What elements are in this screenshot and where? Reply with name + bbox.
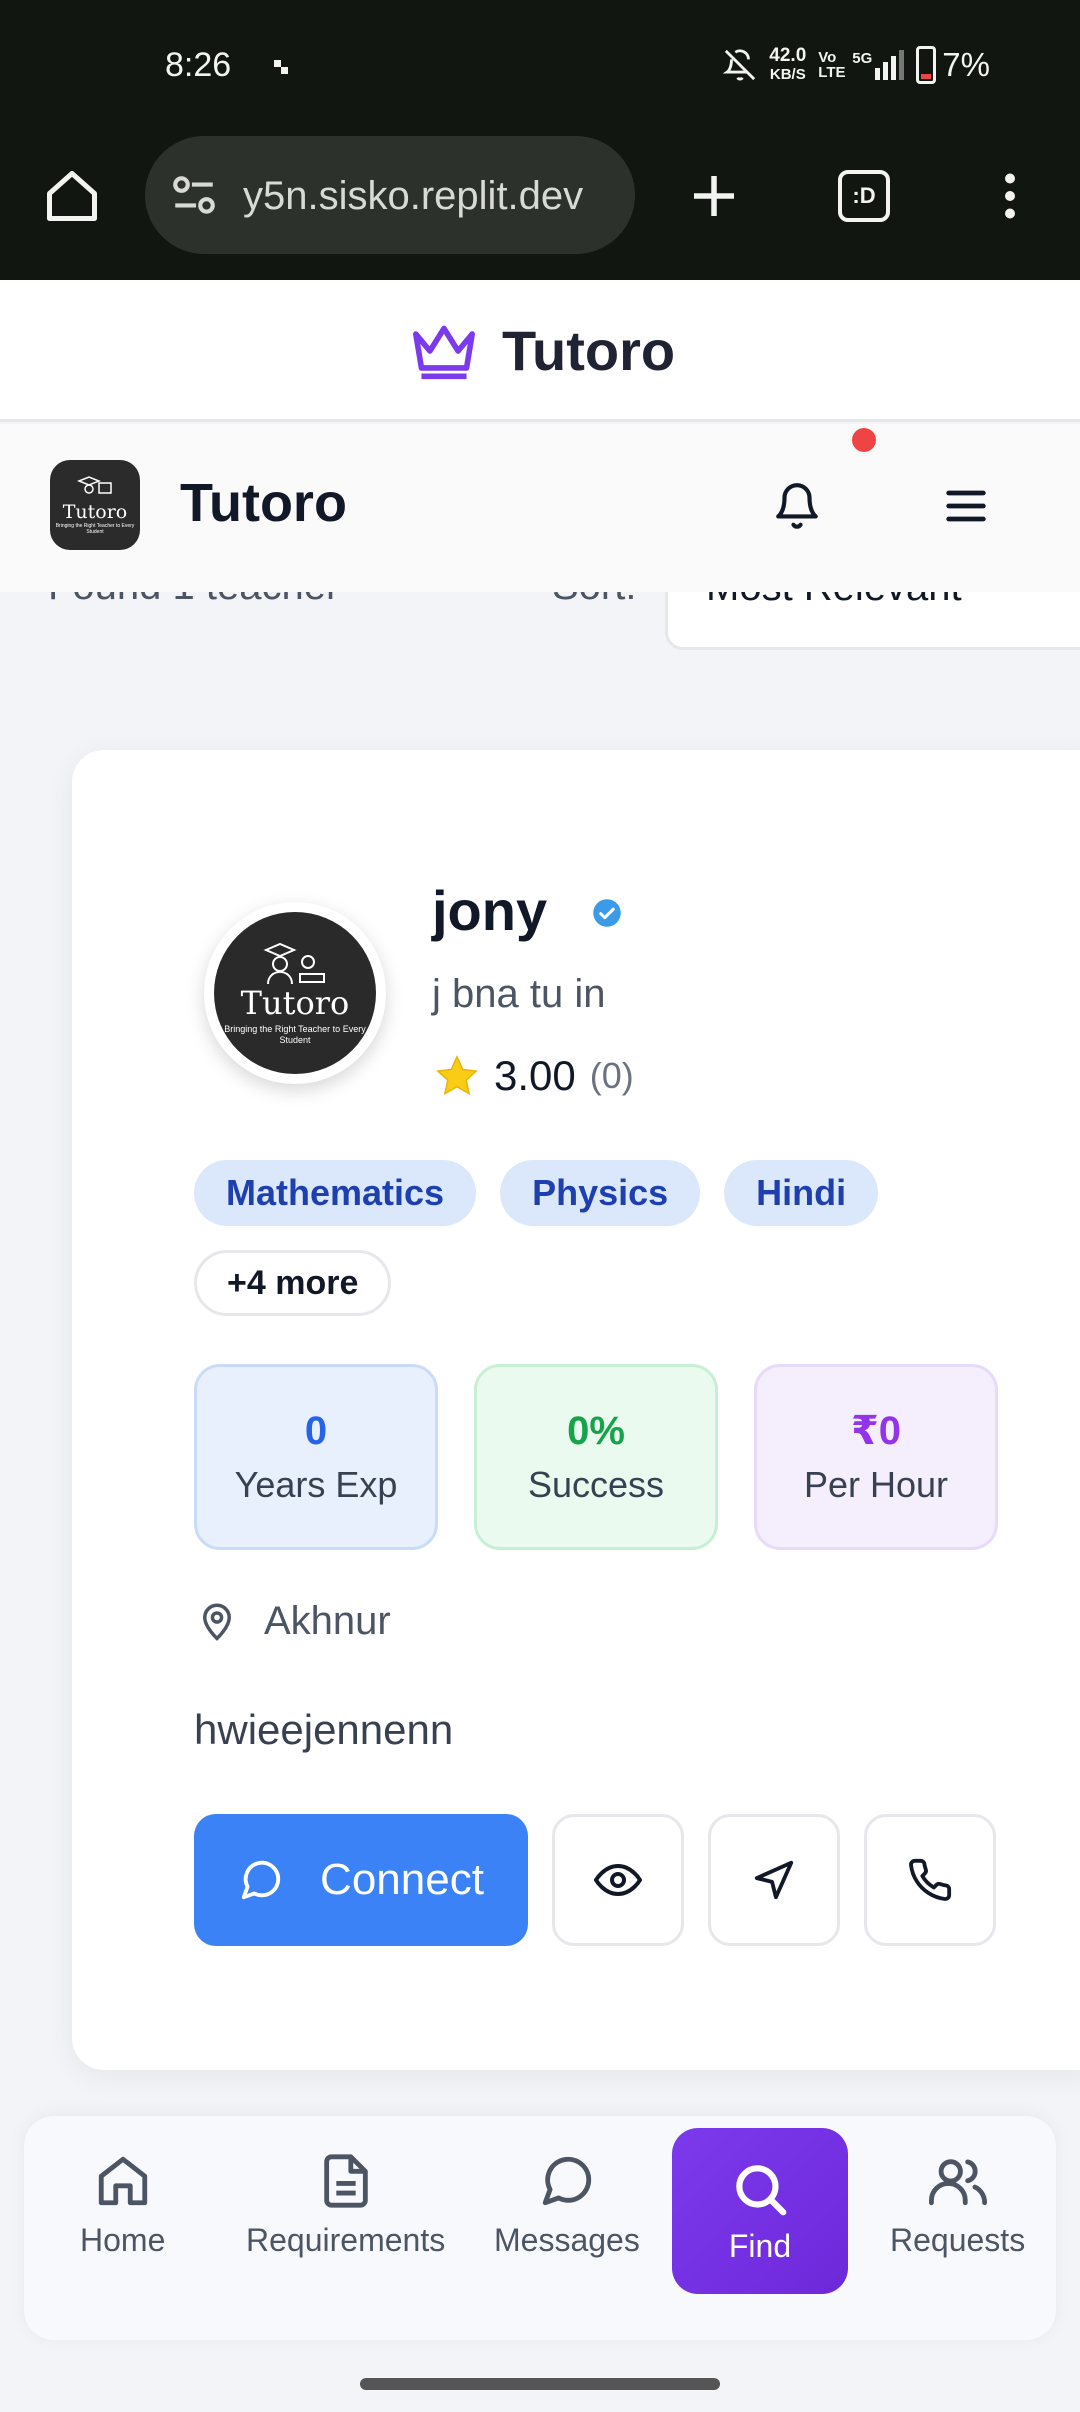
rating-value: 3.00 xyxy=(494,1052,576,1099)
stat-value: 0% xyxy=(567,1408,625,1453)
stat-experience: 0 Years Exp xyxy=(194,1364,438,1550)
rating-count: (0) xyxy=(589,1055,634,1096)
page: { "status_bar": { "time": "8:26", "net_s… xyxy=(0,0,1080,2412)
teacher-description: hwieejennenn xyxy=(194,1706,454,1753)
nav-requests[interactable]: Requests xyxy=(890,2152,1025,2259)
stat-value: ₹0 xyxy=(850,1409,902,1453)
rating-row: 3.00 (0) xyxy=(434,1052,634,1100)
send-request-button[interactable] xyxy=(708,1814,840,1946)
url-text: y5n.sisko.replit.dev xyxy=(243,174,584,218)
nav-label: Home xyxy=(80,2222,166,2258)
nav-label: Messages xyxy=(494,2222,640,2258)
teacher-location: Akhnur xyxy=(196,1598,391,1644)
stat-value: 0 xyxy=(304,1408,328,1453)
bell-icon[interactable] xyxy=(772,478,822,534)
graduation-cap-icon xyxy=(76,476,112,494)
stat-label: Success xyxy=(527,1463,665,1505)
subject-chip: Physics xyxy=(500,1160,701,1226)
stat-label: Per Hour xyxy=(803,1464,949,1505)
avatar-tagline: Bringing the Right Teacher to Every Stud… xyxy=(224,1024,366,1045)
card-actions: Connect xyxy=(194,1814,996,1946)
phone-icon xyxy=(909,1858,952,1901)
users-icon xyxy=(928,2159,987,2206)
status-time: 8:26 xyxy=(165,46,232,84)
site-settings-icon[interactable] xyxy=(169,170,219,220)
crown-icon xyxy=(413,325,475,379)
stat-rate: ₹0 Per Hour xyxy=(754,1364,998,1550)
battery-indicator: 7% xyxy=(916,46,990,84)
connect-label: Connect xyxy=(320,1855,484,1904)
chat-icon xyxy=(542,2156,592,2206)
app-logo[interactable]: Tutoro Bringing the Right Teacher to Eve… xyxy=(50,460,140,550)
net-speed-value: 42.0 xyxy=(769,45,807,66)
teacher-card: Tutoro Bringing the Right Teacher to Eve… xyxy=(72,750,1080,2070)
app-logo-tagline: Bringing the Right Teacher to Every Stud… xyxy=(55,523,135,535)
site-brand[interactable]: Tutoro xyxy=(410,318,675,383)
network-type: 5G xyxy=(852,50,873,67)
more-vertical-icon[interactable] xyxy=(980,166,1040,226)
connect-button[interactable]: Connect xyxy=(194,1814,528,1946)
nav-label: Requests xyxy=(890,2222,1026,2258)
home-icon xyxy=(98,2156,147,2206)
verified-badge-icon xyxy=(593,899,621,927)
status-bar: 8:26 42.0 KB/S Vo LTE 5G 7% xyxy=(0,0,1080,132)
nav-home[interactable]: Home xyxy=(80,2152,165,2259)
avatar-image: Tutoro Bringing the Right Teacher to Eve… xyxy=(214,912,376,1074)
nav-messages[interactable]: Messages xyxy=(494,2152,640,2259)
teacher-subtitle: j bna tu in xyxy=(432,972,606,1016)
search-icon xyxy=(736,2164,787,2215)
browser-toolbar: y5n.sisko.replit.dev :D xyxy=(0,132,1080,280)
stat-label: Years Exp xyxy=(234,1463,398,1505)
volte-indicator: Vo LTE xyxy=(818,49,846,81)
teacher-student-icon xyxy=(263,942,325,984)
star-icon xyxy=(436,1054,478,1096)
map-pin-icon xyxy=(202,1603,232,1641)
chat-icon xyxy=(241,1860,281,1900)
app-header: Tutoro Bringing the Right Teacher to Eve… xyxy=(0,424,1080,592)
stat-success: 0% Success xyxy=(474,1364,718,1550)
notification-small-icon xyxy=(274,60,288,74)
url-bar[interactable]: y5n.sisko.replit.dev xyxy=(145,136,635,254)
signal-indicator: 5G xyxy=(852,50,905,80)
subject-chip: Hindi xyxy=(724,1160,879,1226)
call-button[interactable] xyxy=(864,1814,996,1946)
app-title: Tutoro xyxy=(180,473,347,533)
subject-chips: Mathematics Physics Hindi xyxy=(194,1160,879,1226)
eye-icon xyxy=(594,1863,642,1897)
notification-badge xyxy=(852,428,876,452)
document-icon xyxy=(323,2154,368,2208)
net-speed: 42.0 KB/S xyxy=(769,46,806,84)
battery-percent: 7% xyxy=(942,46,990,83)
new-tab-icon[interactable] xyxy=(684,166,744,226)
subject-chip: Mathematics xyxy=(194,1160,477,1226)
battery-icon xyxy=(916,46,937,84)
nav-label: Requirements xyxy=(246,2222,446,2258)
view-profile-button[interactable] xyxy=(552,1814,684,1946)
avatar-text: Tutoro xyxy=(240,984,350,1022)
home-icon[interactable] xyxy=(42,166,102,226)
app-logo-text: Tutoro xyxy=(62,501,128,523)
navigation-arrow-icon xyxy=(754,1860,794,1900)
home-indicator[interactable] xyxy=(360,2378,720,2390)
teacher-stats: 0 Years Exp 0% Success ₹0 Per Hour xyxy=(194,1364,998,1550)
location-text: Akhnur xyxy=(264,1598,391,1643)
site-brand-name: Tutoro xyxy=(502,319,676,382)
nav-requirements[interactable]: Requirements xyxy=(246,2152,445,2259)
teacher-name[interactable]: jony xyxy=(432,878,547,943)
site-header: Tutoro xyxy=(0,280,1080,422)
more-subjects-chip[interactable]: +4 more xyxy=(194,1250,392,1316)
mute-icon xyxy=(723,49,756,81)
nav-label: Find xyxy=(728,2227,792,2264)
tab-switcher-button[interactable]: :D xyxy=(838,170,890,222)
tab-switcher-label: :D xyxy=(852,183,876,208)
teacher-avatar[interactable]: Tutoro Bringing the Right Teacher to Eve… xyxy=(204,902,386,1084)
net-speed-unit: KB/S xyxy=(769,66,806,83)
bottom-navigation: Home Requirements Messages Find Requests xyxy=(24,2116,1056,2340)
results-toolbar: Found 1 teacher Sort: Most Relevant xyxy=(0,532,1080,662)
menu-icon[interactable] xyxy=(940,480,992,532)
nav-find[interactable]: Find xyxy=(672,2128,848,2294)
